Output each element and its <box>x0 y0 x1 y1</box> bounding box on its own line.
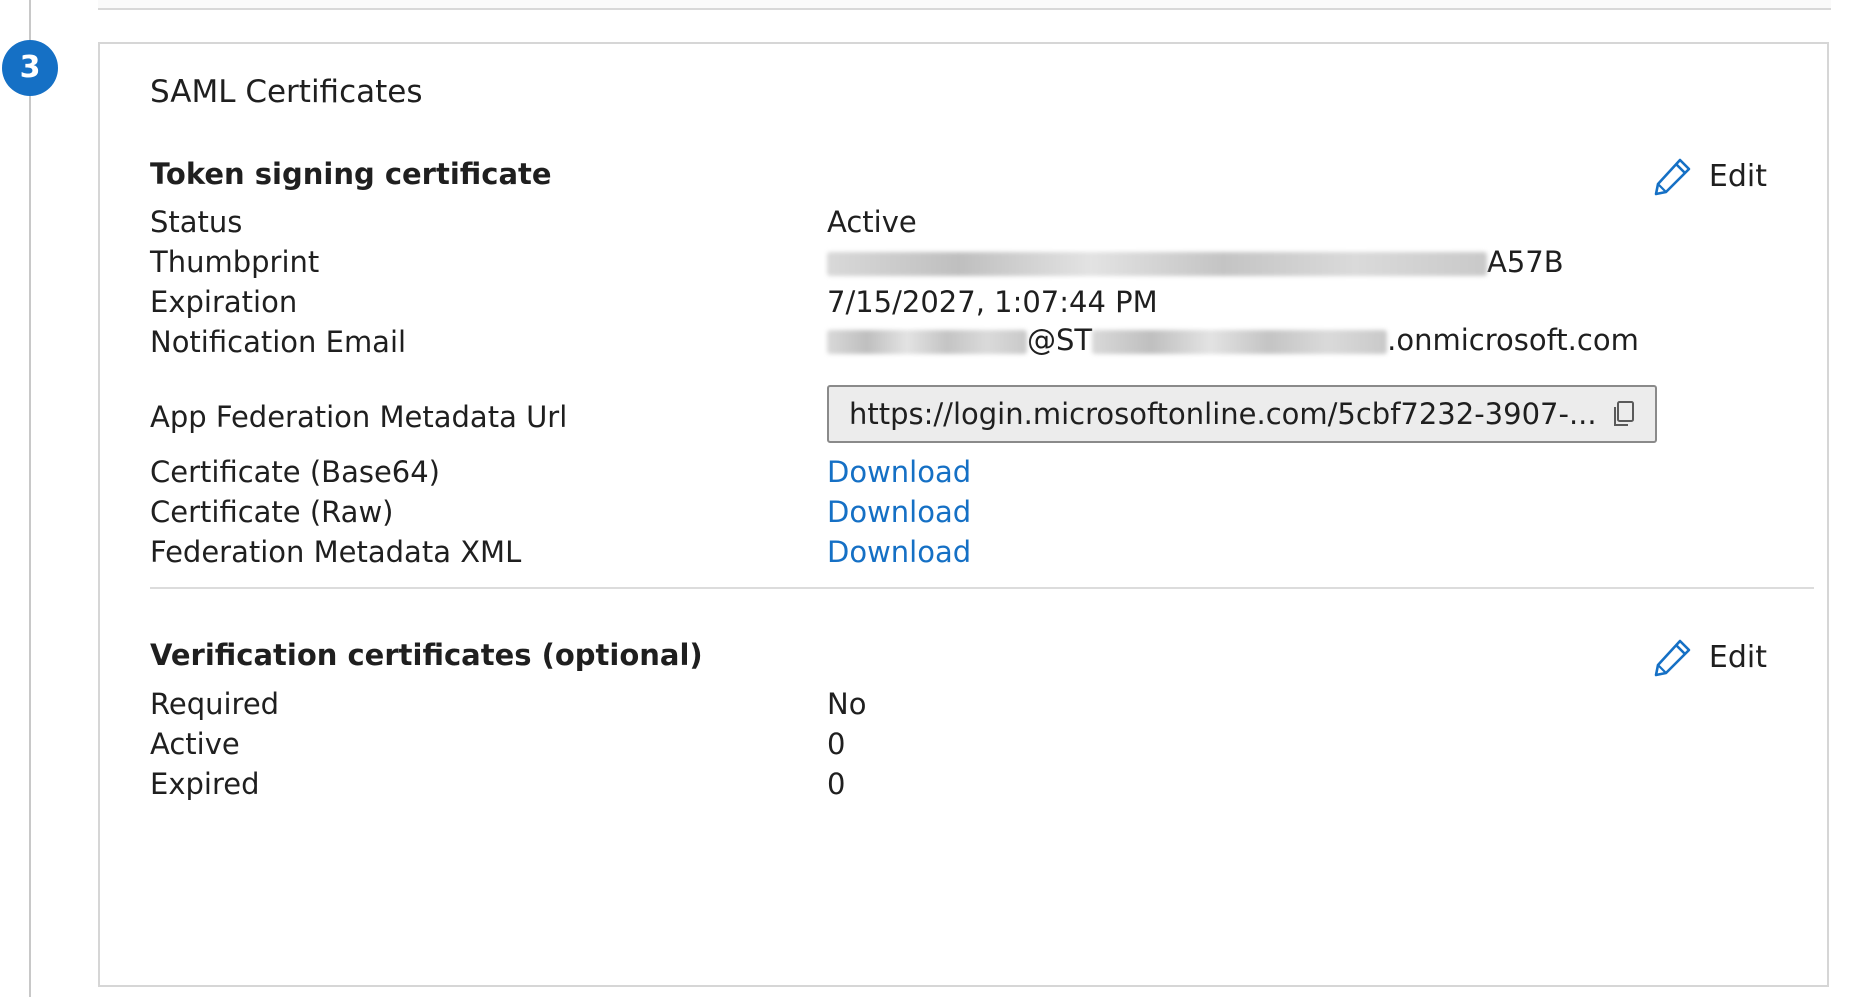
expired-label: Expired <box>150 767 260 801</box>
federation-metadata-xml-label: Federation Metadata XML <box>150 535 522 569</box>
active-value: 0 <box>827 727 846 761</box>
expiration-value: 7/15/2027, 1:07:44 PM <box>827 285 1158 319</box>
notification-email-label: Notification Email <box>150 325 407 359</box>
redacted-email-tenant <box>1092 330 1388 354</box>
card-title: SAML Certificates <box>150 74 423 110</box>
copy-icon[interactable] <box>1609 399 1639 429</box>
pencil-icon <box>1654 639 1691 677</box>
section-divider <box>150 587 1814 589</box>
saml-certificates-card: SAML Certificates Token signing certific… <box>98 42 1829 987</box>
expired-value: 0 <box>827 767 846 801</box>
step-connector-line <box>29 0 31 997</box>
token-signing-edit-button[interactable]: Edit <box>1651 154 1767 198</box>
token-signing-certificate-title: Token signing certificate <box>150 157 552 191</box>
app-federation-metadata-url-field[interactable]: https://login.microsoftonline.com/5cbf72… <box>827 385 1657 443</box>
expiration-label: Expiration <box>150 285 298 319</box>
app-federation-metadata-url-label: App Federation Metadata Url <box>150 400 568 434</box>
status-value: Active <box>827 205 917 239</box>
edit-label: Edit <box>1708 158 1767 194</box>
federation-metadata-xml-download-link[interactable]: Download <box>827 535 971 569</box>
thumbprint-label: Thumbprint <box>150 245 320 279</box>
email-domain-suffix: .onmicrosoft.com <box>1387 323 1639 357</box>
certificate-raw-label: Certificate (Raw) <box>150 495 394 529</box>
status-label: Status <box>150 205 243 239</box>
certificate-raw-download-link[interactable]: Download <box>827 495 971 529</box>
thumbprint-suffix: A57B <box>1487 245 1564 279</box>
edit-label: Edit <box>1708 639 1767 675</box>
required-value: No <box>827 687 867 721</box>
active-label: Active <box>150 727 240 761</box>
notification-email-value: @ST .onmicrosoft.com <box>827 319 1647 361</box>
previous-card-edge <box>98 0 1831 10</box>
thumbprint-value: A57B <box>827 245 1564 279</box>
step-number-badge: 3 <box>2 40 58 96</box>
required-label: Required <box>150 687 280 721</box>
redacted-email-user <box>827 330 1027 354</box>
app-federation-metadata-url-value[interactable]: https://login.microsoftonline.com/5cbf72… <box>849 397 1597 431</box>
email-domain-prefix: @ST <box>1027 323 1093 357</box>
certificate-base64-download-link[interactable]: Download <box>827 455 971 489</box>
verification-certificates-title: Verification certificates (optional) <box>150 638 703 672</box>
verification-edit-button[interactable]: Edit <box>1651 635 1767 679</box>
certificate-base64-label: Certificate (Base64) <box>150 455 440 489</box>
redacted-thumbprint <box>827 252 1487 276</box>
pencil-icon <box>1654 158 1691 196</box>
